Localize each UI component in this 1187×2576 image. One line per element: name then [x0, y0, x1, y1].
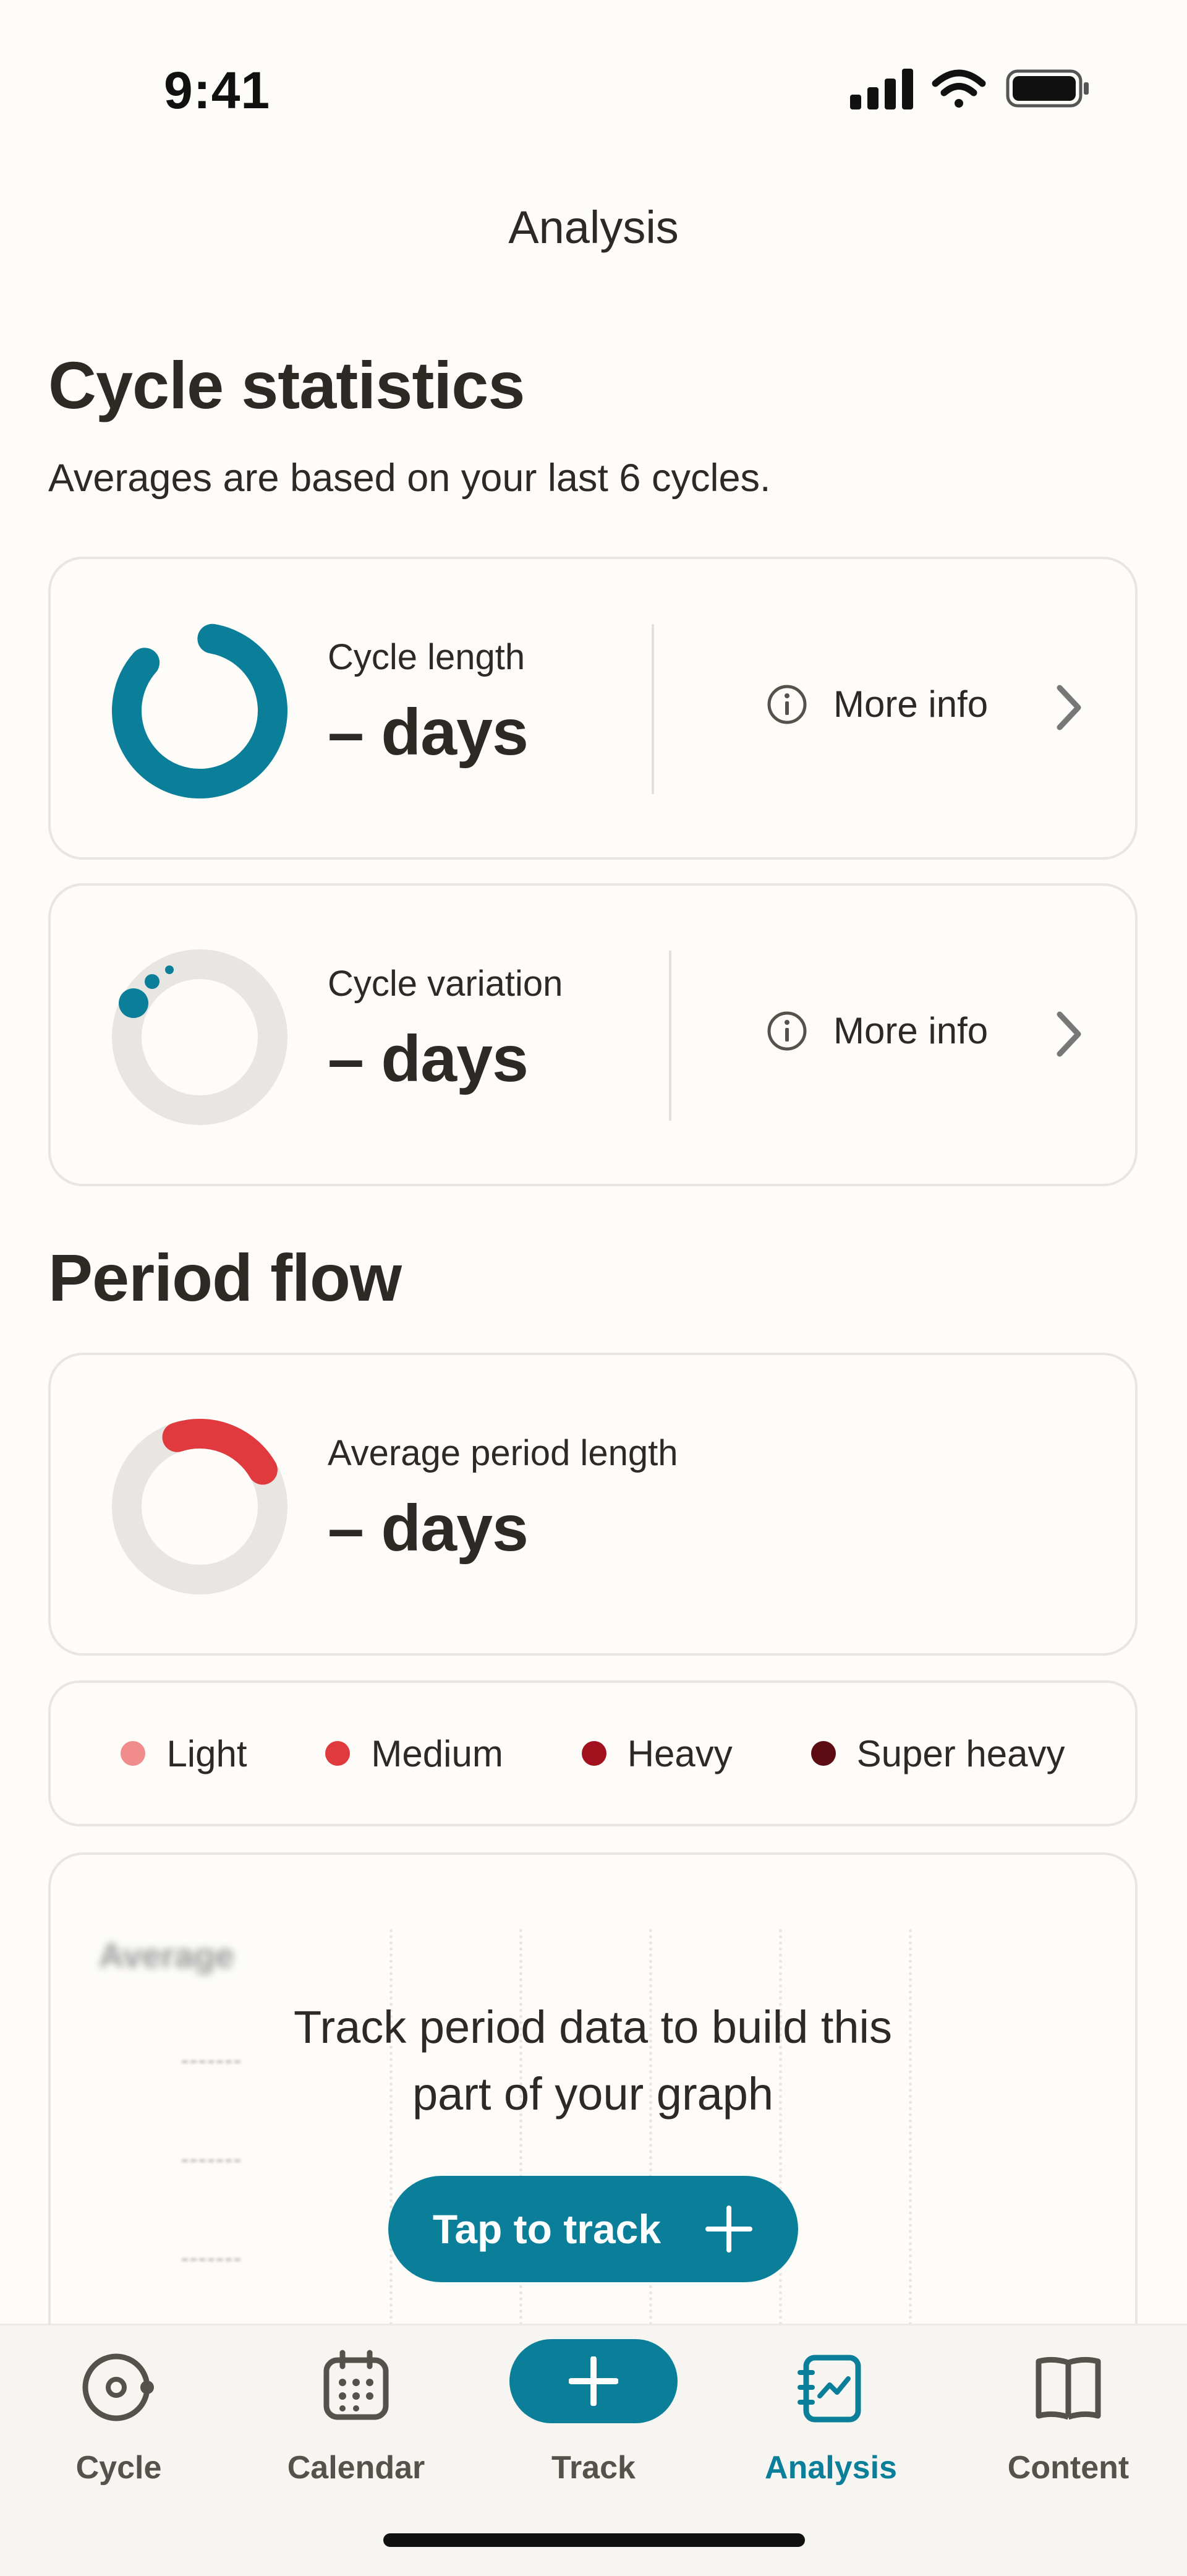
cycle-length-card[interactable]: Cycle length – days More info — [48, 557, 1138, 860]
status-time: 9:41 — [164, 61, 271, 119]
average-period-length-card: Average period length – days — [48, 1353, 1138, 1656]
cycle-icon — [82, 2353, 154, 2421]
tab-analysis[interactable]: Analysis — [712, 2326, 950, 2530]
graph-average-label: Average — [99, 1936, 234, 1975]
chevron-right-icon — [1057, 1011, 1081, 1057]
tab-label: Cycle — [75, 2450, 162, 2486]
tab-label: Content — [1007, 2450, 1130, 2486]
signal-icon — [850, 69, 913, 109]
calendar-icon — [323, 2350, 389, 2420]
graph-empty-message: Track period data to build this part of … — [294, 2001, 892, 2120]
tab-track[interactable]: Track — [475, 2326, 712, 2530]
legend-dot — [325, 1741, 351, 1766]
cycle-statistics-heading: Cycle statistics — [48, 348, 525, 422]
track-pill — [509, 2339, 678, 2423]
more-info-label: More info — [833, 683, 989, 725]
cycle-length-label: Cycle length — [328, 637, 525, 677]
legend-item-heavy: Heavy — [581, 1732, 733, 1775]
cycle-variation-card[interactable]: Cycle variation – days More info — [48, 883, 1138, 1186]
graph-tick — [182, 2159, 240, 2162]
chevron-right-icon — [1057, 685, 1081, 730]
legend-dot — [810, 1741, 836, 1766]
home-indicator — [383, 2533, 805, 2547]
cycle-variation-label: Cycle variation — [328, 964, 563, 1004]
cycle-variation-more-info[interactable]: More info — [767, 1009, 988, 1052]
legend-item-super-heavy: Super heavy — [810, 1732, 1065, 1775]
analysis-icon — [798, 2355, 861, 2423]
plus-icon — [569, 2356, 618, 2406]
legend-label: Heavy — [627, 1732, 733, 1774]
battery-icon — [1006, 69, 1089, 108]
cycle-length-ring-icon — [112, 623, 287, 798]
more-info-label: More info — [833, 1010, 989, 1051]
divider — [652, 624, 654, 794]
tab-label: Analysis — [765, 2450, 897, 2486]
cycle-variation-value: – days — [328, 1022, 529, 1095]
period-length-ring-icon — [112, 1419, 287, 1595]
cycle-statistics-subtitle: Averages are based on your last 6 cycles… — [48, 456, 771, 500]
info-icon — [767, 685, 807, 724]
cycle-length-value: – days — [328, 696, 529, 769]
average-period-length-label: Average period length — [328, 1433, 678, 1473]
legend-label: Super heavy — [856, 1732, 1065, 1774]
legend-dot — [121, 1741, 146, 1766]
status-icons — [850, 69, 1089, 109]
tab-label: Track — [551, 2450, 636, 2486]
info-icon — [767, 1011, 807, 1050]
flow-legend: Light Medium Heavy Super heavy — [48, 1680, 1138, 1826]
tab-label: Calendar — [287, 2450, 425, 2486]
plus-icon — [705, 2206, 753, 2253]
average-period-length-value: – days — [328, 1492, 529, 1565]
legend-item-light: Light — [121, 1732, 247, 1775]
tab-calendar[interactable]: Calendar — [237, 2326, 475, 2530]
graph-tick — [182, 2258, 240, 2261]
tab-content[interactable]: Content — [950, 2326, 1187, 2530]
page-title: Analysis — [508, 202, 679, 253]
wifi-icon — [932, 69, 986, 108]
tap-to-track-label: Tap to track — [432, 2206, 662, 2252]
divider — [669, 951, 671, 1121]
cycle-length-more-info[interactable]: More info — [767, 683, 988, 725]
book-icon — [1036, 2356, 1101, 2420]
tab-cycle[interactable]: Cycle — [0, 2326, 237, 2530]
tap-to-track-button[interactable]: Tap to track — [388, 2176, 798, 2282]
cycle-variation-ring-icon — [112, 949, 287, 1125]
legend-label: Medium — [371, 1732, 503, 1774]
legend-dot — [581, 1741, 606, 1766]
period-flow-heading: Period flow — [48, 1240, 402, 1315]
legend-item-medium: Medium — [325, 1732, 503, 1775]
legend-label: Light — [166, 1732, 247, 1774]
